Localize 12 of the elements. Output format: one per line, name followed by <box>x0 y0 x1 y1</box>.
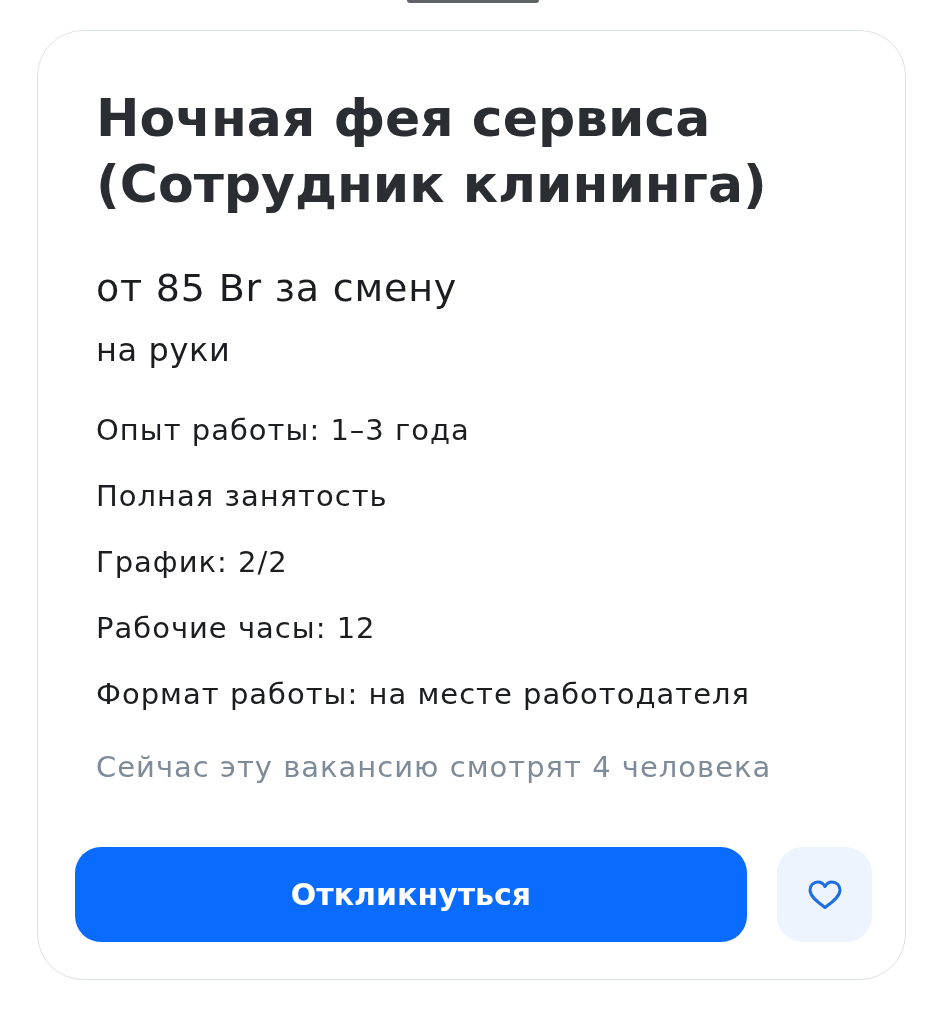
favorite-button[interactable] <box>777 847 872 942</box>
salary-note: на руки <box>96 330 232 370</box>
apply-button[interactable]: Откликнуться <box>75 847 747 942</box>
detail-text: Опыт работы: 1–3 года <box>96 412 471 448</box>
viewers-note: Сейчас эту вакансию смотрят 4 человека <box>96 749 773 785</box>
detail-text: График: 2/2 <box>96 544 289 580</box>
vacancy-title: Ночная фея сервиса (Сотрудник клининга) <box>96 87 768 216</box>
heart-icon <box>807 879 842 910</box>
salary-text: от 85 Br за смену <box>96 265 459 311</box>
detail-text: Полная занятость <box>96 478 389 514</box>
detail-text: Формат работы: на месте работодателя <box>96 676 751 712</box>
detail-text: Рабочие часы: 12 <box>96 610 377 646</box>
